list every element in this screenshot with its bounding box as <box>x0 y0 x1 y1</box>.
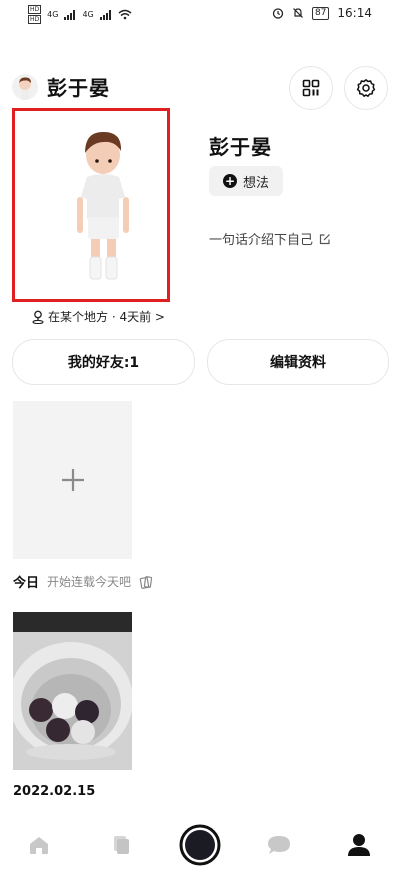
location-info[interactable]: 在某个地方 · 4天前 > <box>32 308 165 325</box>
today-hint: 开始连载今天吧 <box>47 575 132 589</box>
clock-time: 16:14 <box>337 6 372 20</box>
post-photo[interactable] <box>13 612 132 770</box>
edit-pencil-icon <box>319 233 330 244</box>
status-right: 87 16:14 <box>272 6 372 20</box>
qr-code-icon <box>302 79 320 97</box>
wifi-icon <box>118 9 132 20</box>
signal-bars-2-icon <box>99 9 111 20</box>
camera-icon <box>179 824 221 866</box>
tab-stories[interactable] <box>106 830 136 860</box>
page-title: 彭于晏 <box>47 76 110 100</box>
gear-icon <box>356 79 376 97</box>
battery-level: 87 <box>311 6 330 20</box>
sim2-label: HD <box>28 15 42 24</box>
bottom-tab-bar <box>0 818 400 888</box>
idea-button[interactable]: + 想法 <box>209 166 284 196</box>
my-friends-button[interactable]: 我的好友:1 <box>12 339 195 385</box>
location-text: 在某个地方 · 4天前 > <box>48 310 165 324</box>
edit-profile-button[interactable]: 编辑资料 <box>207 339 389 385</box>
tangyuan-bowl-icon <box>13 612 132 770</box>
today-row: 今日 开始连载今天吧 <box>13 572 153 591</box>
post-date: 2022.02.15 <box>13 784 96 799</box>
sim-indicators: HD HD <box>28 5 42 24</box>
plus-circle-icon: + <box>223 174 237 188</box>
intro-edit[interactable]: 一句话介绍下自己 <box>209 229 331 248</box>
tab-camera[interactable] <box>179 824 221 866</box>
avatar-3d-figure-icon <box>77 131 129 280</box>
alarm-icon <box>272 8 284 19</box>
plus-icon <box>61 469 84 491</box>
sim1-label: HD <box>28 5 42 14</box>
signal1-text: 4G <box>47 10 59 19</box>
location-pin-icon <box>32 310 44 324</box>
today-label: 今日 <box>13 576 40 591</box>
cards-icon <box>139 575 153 589</box>
avatar-figure-icon <box>19 77 31 100</box>
idea-label: 想法 <box>243 175 270 191</box>
profile-name: 彭于晏 <box>209 135 272 159</box>
status-left: HD HD 4G 4G <box>28 5 132 24</box>
mute-bell-icon <box>293 8 303 18</box>
add-post-tile[interactable] <box>13 401 132 559</box>
home-icon <box>30 837 48 854</box>
avatar[interactable] <box>12 74 38 100</box>
profile-icon <box>348 834 370 856</box>
qr-code-button[interactable] <box>289 66 333 110</box>
status-bar: HD HD 4G 4G 87 16:14 <box>0 0 400 30</box>
tab-profile[interactable] <box>344 830 374 860</box>
signal2-text: 4G <box>82 10 94 19</box>
intro-text: 一句话介绍下自己 <box>209 233 314 248</box>
signal-bars-icon <box>64 9 76 20</box>
tab-messages[interactable] <box>264 830 294 860</box>
tab-home[interactable] <box>24 830 54 860</box>
avatar-figure-frame[interactable] <box>12 108 170 302</box>
copy-icon <box>114 836 129 854</box>
settings-button[interactable] <box>344 66 388 110</box>
chat-icon <box>268 836 290 854</box>
